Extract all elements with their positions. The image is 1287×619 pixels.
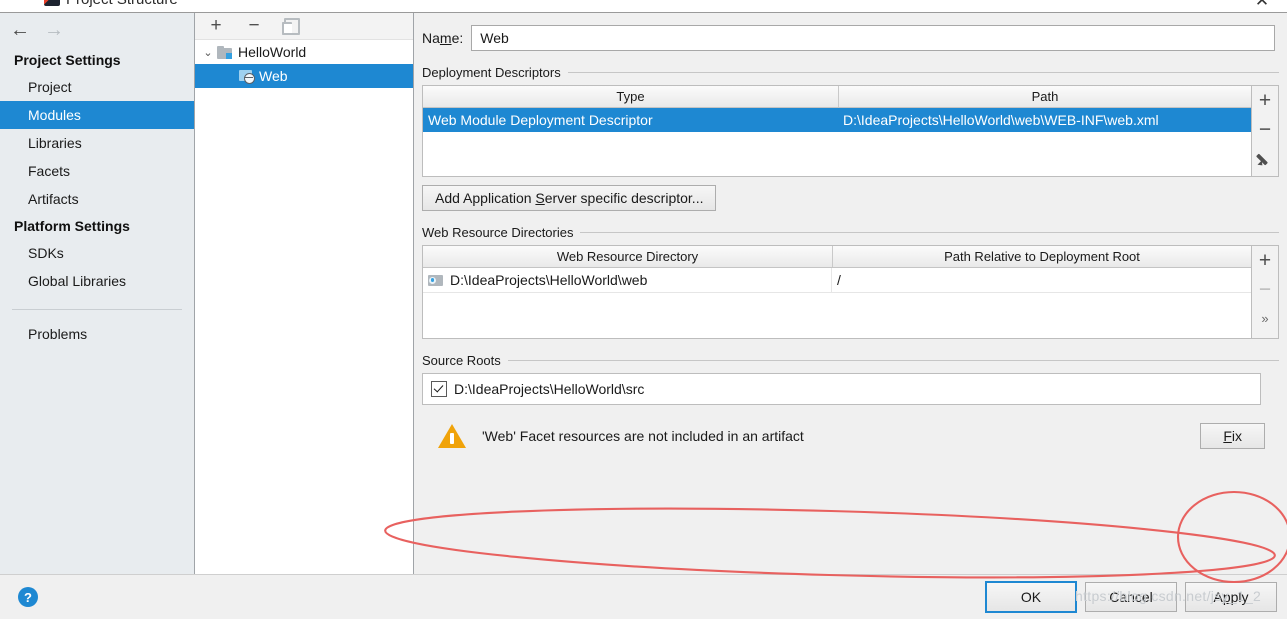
source-roots-title: Source Roots <box>422 353 1279 368</box>
tree-node-web[interactable]: Web <box>195 64 413 88</box>
source-root-path: D:\IdeaProjects\HelloWorld\src <box>454 381 645 397</box>
add-web-resource-icon[interactable]: + <box>1252 246 1278 275</box>
navigation-arrows: ← → <box>0 13 194 47</box>
table-body: D:\IdeaProjects\HelloWorld\web / <box>423 268 1251 338</box>
deployment-descriptors-table-wrap: Type Path Web Module Deployment Descript… <box>422 85 1279 177</box>
copy-module-icon[interactable] <box>282 17 301 35</box>
web-resources-table: Web Resource Directory Path Relative to … <box>422 245 1252 339</box>
section-label: Source Roots <box>422 353 501 368</box>
table-body: Web Module Deployment Descriptor D:\Idea… <box>423 108 1251 176</box>
cell-type: Web Module Deployment Descriptor <box>428 112 653 128</box>
remove-module-icon[interactable]: − <box>245 16 263 35</box>
column-header-web-resource-directory[interactable]: Web Resource Directory <box>423 246 833 267</box>
sidebar-item-artifacts[interactable]: Artifacts <box>0 185 194 213</box>
sidebar-item-problems[interactable]: Problems <box>0 320 194 348</box>
column-header-path[interactable]: Path <box>839 86 1251 107</box>
ok-button[interactable]: OK <box>985 581 1077 613</box>
column-header-type[interactable]: Type <box>423 86 839 107</box>
name-input[interactable] <box>471 25 1275 51</box>
module-tree-pane: + − ⌄ HelloWorld Web <box>195 13 414 574</box>
sidebar-item-sdks[interactable]: SDKs <box>0 239 194 267</box>
cell-web-resource-directory: D:\IdeaProjects\HelloWorld\web <box>423 268 832 292</box>
help-icon[interactable]: ? <box>18 587 38 607</box>
tree-node-helloworld[interactable]: ⌄ HelloWorld <box>195 40 413 64</box>
remove-descriptor-icon[interactable]: − <box>1252 115 1278 144</box>
section-label: Deployment Descriptors <box>422 65 561 80</box>
sidebar-item-modules[interactable]: Modules <box>0 101 194 129</box>
deployment-descriptors-table: Type Path Web Module Deployment Descript… <box>422 85 1252 177</box>
table-header: Web Resource Directory Path Relative to … <box>423 246 1251 268</box>
cell-relative-path: / <box>837 272 841 288</box>
resource-dir-icon <box>428 274 443 287</box>
settings-sidebar: ← → Project Settings Project Modules Lib… <box>0 13 195 574</box>
warning-bar: 'Web' Facet resources are not included i… <box>414 405 1287 574</box>
fix-button[interactable]: Fix <box>1200 423 1265 449</box>
cell-path: D:\IdeaProjects\HelloWorld\web\WEB-INF\w… <box>843 112 1159 128</box>
web-resource-directories-section: Web Resource Directories Web Resource Di… <box>414 211 1287 339</box>
module-tree-toolbar: + − <box>195 13 413 40</box>
sidebar-item-project[interactable]: Project <box>0 73 194 101</box>
add-application-server-descriptor-button[interactable]: Add Application Server specific descript… <box>422 185 717 211</box>
table-header: Type Path <box>423 86 1251 108</box>
table-row[interactable]: D:\IdeaProjects\HelloWorld\web / <box>423 268 1251 293</box>
web-resource-directories-title: Web Resource Directories <box>422 225 1279 240</box>
title-bar: Project Structure ✕ <box>0 0 1287 12</box>
web-resources-side-toolbar: + − » <box>1252 245 1279 339</box>
warning-row: 'Web' Facet resources are not included i… <box>422 423 1279 449</box>
source-root-checkbox[interactable] <box>431 381 447 397</box>
sidebar-item-libraries[interactable]: Libraries <box>0 129 194 157</box>
table-row[interactable]: Web Module Deployment Descriptor D:\Idea… <box>423 108 1251 132</box>
sidebar-item-global-libraries[interactable]: Global Libraries <box>0 267 194 295</box>
close-icon[interactable]: ✕ <box>1249 0 1275 12</box>
add-module-icon[interactable]: + <box>207 16 225 35</box>
forward-arrow-icon[interactable]: → <box>44 20 64 40</box>
warning-triangle-icon <box>438 424 466 448</box>
section-rule <box>567 72 1279 73</box>
window-title: Project Structure <box>66 0 178 8</box>
chevron-down-icon[interactable]: ⌄ <box>199 46 217 59</box>
web-facet-icon <box>239 69 255 84</box>
sidebar-group-project-settings: Project Settings <box>14 52 121 68</box>
source-roots-section: Source Roots D:\IdeaProjects\HelloWorld\… <box>414 339 1287 405</box>
source-roots-list: D:\IdeaProjects\HelloWorld\src <box>422 373 1261 405</box>
dialog-content: ← → Project Settings Project Modules Lib… <box>0 12 1287 574</box>
tree-node-label: Web <box>259 68 288 84</box>
project-structure-dialog: Project Structure ✕ ← → Project Settings… <box>0 0 1287 619</box>
section-rule <box>507 360 1279 361</box>
deployment-side-toolbar: + − <box>1252 85 1279 177</box>
name-label: Name: <box>422 30 464 46</box>
module-folder-icon <box>217 45 232 59</box>
cell-text: D:\IdeaProjects\HelloWorld\web <box>450 272 648 288</box>
facet-detail-pane: Name: Deployment Descriptors Type Path <box>414 13 1287 574</box>
name-row: Name: <box>414 13 1287 51</box>
sidebar-group-platform-settings: Platform Settings <box>14 218 130 234</box>
back-arrow-icon[interactable]: ← <box>10 20 30 40</box>
section-label: Web Resource Directories <box>422 225 574 240</box>
sidebar-item-facets[interactable]: Facets <box>0 157 194 185</box>
column-header-path-relative[interactable]: Path Relative to Deployment Root <box>833 246 1251 267</box>
add-descriptor-button-row: Add Application Server specific descript… <box>422 177 1279 211</box>
intellij-idea-icon <box>44 0 60 6</box>
remove-web-resource-icon[interactable]: − <box>1252 275 1278 304</box>
section-rule <box>580 232 1279 233</box>
edit-descriptor-icon[interactable] <box>1252 144 1278 173</box>
tree-node-label: HelloWorld <box>238 44 307 60</box>
web-resources-table-wrap: Web Resource Directory Path Relative to … <box>422 245 1279 339</box>
sidebar-divider <box>12 309 182 310</box>
watermark-text: https://blog.csdn.net/jsy_1_2 <box>1075 588 1262 604</box>
more-options-icon[interactable]: » <box>1252 304 1278 333</box>
deployment-descriptors-title: Deployment Descriptors <box>422 65 1279 80</box>
add-descriptor-icon[interactable]: + <box>1252 86 1278 115</box>
warning-message: 'Web' Facet resources are not included i… <box>482 428 804 444</box>
deployment-descriptors-section: Deployment Descriptors Type Path Web Mod… <box>414 51 1287 211</box>
